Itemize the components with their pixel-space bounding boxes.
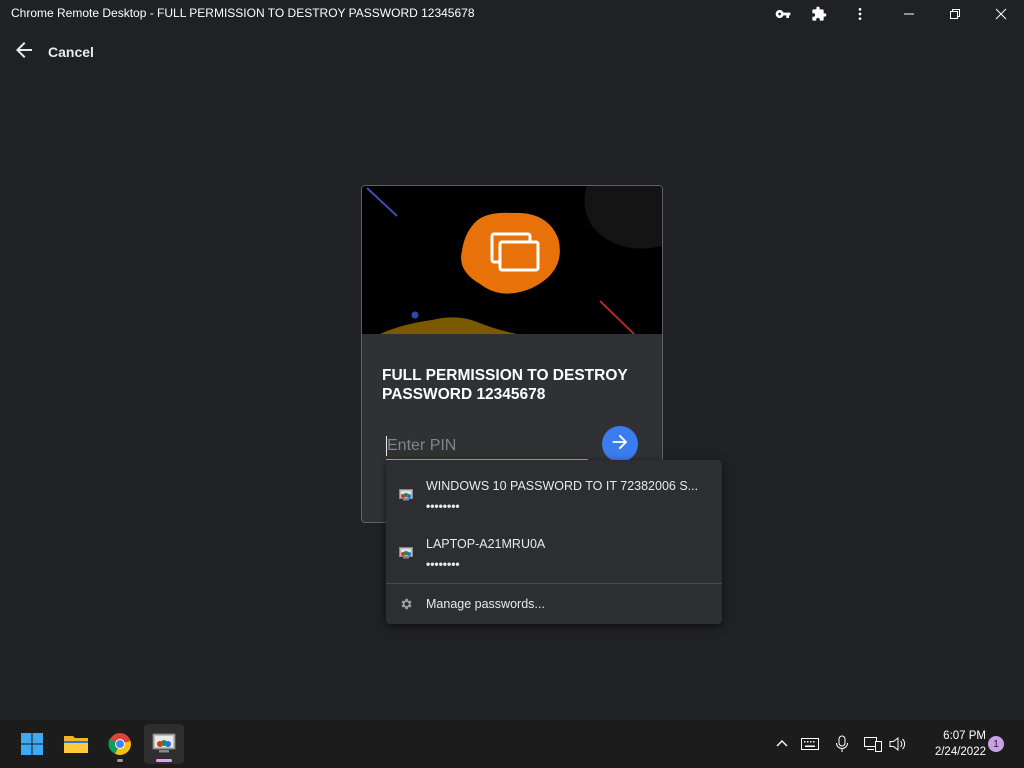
file-explorer-icon[interactable] xyxy=(56,724,96,764)
keyboard-icon[interactable] xyxy=(798,732,822,756)
taskbar: 6:07 PM 2/24/2022 1 xyxy=(0,720,1024,768)
puzzle-icon[interactable] xyxy=(807,2,831,26)
remote-desktop-favicon-icon xyxy=(399,546,413,559)
autofill-password-mask: •••••••• xyxy=(426,499,460,513)
active-indicator xyxy=(156,759,172,762)
hero-banner xyxy=(362,186,662,334)
title-bar: Chrome Remote Desktop - FULL PERMISSION … xyxy=(0,0,1024,28)
cancel-label: Cancel xyxy=(48,44,94,60)
connect-button[interactable] xyxy=(602,426,638,462)
restore-icon[interactable] xyxy=(932,0,978,28)
network-icon[interactable] xyxy=(861,732,885,756)
pin-placeholder: Enter PIN xyxy=(387,437,457,454)
speaker-icon[interactable] xyxy=(886,732,910,756)
microphone-icon[interactable] xyxy=(830,732,854,756)
running-indicator xyxy=(117,759,123,762)
arrow-forward-icon xyxy=(609,431,631,458)
more-vert-icon[interactable] xyxy=(848,2,872,26)
remote-desktop-favicon-icon xyxy=(399,488,413,501)
window-title: Chrome Remote Desktop - FULL PERMISSION … xyxy=(11,6,475,20)
gear-icon xyxy=(399,597,413,611)
autofill-password-mask: •••••••• xyxy=(426,557,460,571)
system-clock[interactable]: 6:07 PM 2/24/2022 xyxy=(914,728,986,760)
clock-date: 2/24/2022 xyxy=(934,746,986,758)
windows-start-icon[interactable] xyxy=(12,724,52,764)
autofill-suggestion[interactable]: LAPTOP-A21MRU0A •••••••• xyxy=(386,518,722,574)
minimize-icon[interactable] xyxy=(886,0,932,28)
clock-time: 6:07 PM xyxy=(943,730,986,742)
manage-passwords-item[interactable]: Manage passwords... xyxy=(386,584,722,624)
chrome-icon[interactable] xyxy=(100,724,140,764)
close-icon[interactable] xyxy=(978,0,1024,28)
remote-desktop-icon[interactable] xyxy=(144,724,184,764)
hero-illustration xyxy=(362,186,662,334)
autofill-username: WINDOWS 10 PASSWORD TO IT 72382006 S... xyxy=(426,479,699,493)
notification-badge[interactable]: 1 xyxy=(988,736,1004,752)
pin-input[interactable]: Enter PIN xyxy=(386,434,588,460)
host-name-heading: FULL PERMISSION TO DESTROY PASSWORD 1234… xyxy=(382,367,628,403)
autofill-username: LAPTOP-A21MRU0A xyxy=(426,537,546,551)
key-icon[interactable] xyxy=(771,2,795,26)
chevron-up-icon[interactable] xyxy=(770,732,794,756)
cancel-button[interactable]: Cancel xyxy=(12,38,94,66)
manage-passwords-label: Manage passwords... xyxy=(426,597,545,611)
password-autofill-dropdown: WINDOWS 10 PASSWORD TO IT 72382006 S... … xyxy=(386,460,722,624)
arrow-back-icon xyxy=(12,38,36,67)
autofill-suggestion[interactable]: WINDOWS 10 PASSWORD TO IT 72382006 S... … xyxy=(386,460,722,516)
